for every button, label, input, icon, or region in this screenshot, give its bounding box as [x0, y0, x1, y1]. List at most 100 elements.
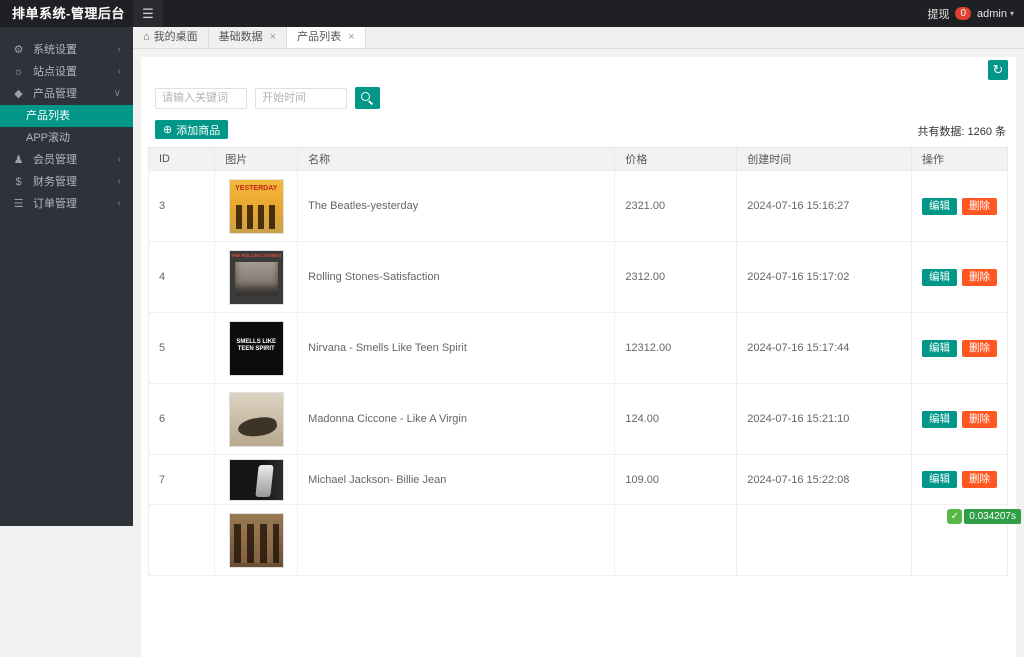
cell-price: 12312.00	[614, 312, 738, 384]
cell-price: 109.00	[614, 454, 738, 505]
sidebar-item-order-management[interactable]: ☰ 订单管理 ‹	[0, 193, 133, 215]
edit-button[interactable]: 编辑	[921, 197, 957, 215]
table-header-row: ID 图片 名称 价格 创建时间 操作	[147, 147, 1009, 171]
withdraw-link[interactable]: 提现	[927, 6, 949, 22]
cell-price: 2321.00	[614, 170, 738, 242]
cell-id	[147, 504, 216, 576]
add-product-button[interactable]: ⊕ 添加商品	[155, 120, 229, 139]
tab-desktop[interactable]: ⌂ 我的桌面	[133, 27, 209, 48]
cell-created	[736, 504, 912, 576]
chevron-left-icon: ‹	[117, 66, 121, 77]
gear-icon: ⚙	[13, 44, 24, 56]
cell-ops: 编辑 删除	[910, 454, 1009, 505]
table-row: 5 SMELLS LIKE TEEN SPIRIT Nirvana - Smel…	[147, 312, 1009, 384]
cell-name: Madonna Ciccone - Like A Virgin	[297, 383, 616, 455]
start-time-input[interactable]	[255, 87, 347, 109]
album-cover-image: SMELLS LIKE TEEN SPIRIT	[228, 320, 284, 376]
cell-image	[214, 383, 299, 455]
sidebar-item-member-management[interactable]: ♟ 会员管理 ‹	[0, 149, 133, 171]
tabbar: ⌂ 我的桌面 基础数据 × 产品列表 ×	[133, 27, 1024, 49]
speed-icon: ✓	[947, 509, 963, 524]
cell-ops: 编辑 删除	[910, 170, 1009, 242]
user-icon: ♟	[13, 154, 24, 166]
cell-price	[614, 504, 738, 576]
cell-id: 6	[147, 383, 216, 455]
cell-name: Michael Jackson- Billie Jean	[297, 454, 616, 505]
chevron-left-icon: ‹	[117, 44, 121, 55]
sidebar-item-finance-management[interactable]: $ 财务管理 ‹	[0, 171, 133, 193]
refresh-button[interactable]: ↻	[988, 60, 1008, 80]
sidebar-item-system-settings[interactable]: ⚙ 系统设置 ‹	[0, 39, 133, 61]
cell-price: 124.00	[614, 383, 738, 455]
sidebar-toggle-button[interactable]: ☰	[133, 0, 163, 27]
close-icon[interactable]: ×	[270, 27, 276, 48]
cell-image: YESTERDAY	[214, 170, 299, 242]
topbar-right: 提现 0 admin ▾	[927, 0, 1014, 27]
cell-image	[214, 504, 299, 576]
cell-id: 7	[147, 454, 216, 505]
tab-product-list[interactable]: 产品列表 ×	[287, 27, 366, 48]
withdraw-badge: 0	[955, 7, 972, 20]
content-panel: ↻ ⊕ 添加商品 共有数据: 1260 条 ID 图片 名称 价格 创建时间 操…	[141, 57, 1016, 657]
album-cover-image: YESTERDAY	[228, 178, 284, 234]
sidebar-item-app-scroll[interactable]: APP滚动	[0, 127, 133, 149]
cell-created: 2024-07-16 15:22:08	[736, 454, 912, 505]
chevron-left-icon: ‹	[117, 154, 121, 165]
sidebar-item-site-settings[interactable]: ☼ 站点设置 ‹	[0, 61, 133, 83]
delete-button[interactable]: 删除	[961, 471, 997, 488]
edit-button[interactable]: 编辑	[921, 410, 957, 428]
chevron-down-icon: ∨	[113, 88, 121, 99]
user-menu[interactable]: admin ▾	[977, 8, 1014, 20]
cell-name: Nirvana - Smells Like Teen Spirit	[297, 312, 616, 384]
edit-button[interactable]: 编辑	[921, 471, 957, 488]
col-ops: 操作	[910, 147, 1009, 171]
cell-ops: 编辑 删除	[910, 312, 1009, 384]
plus-icon: ⊕	[163, 124, 173, 136]
home-icon: ⌂	[143, 31, 150, 43]
album-cover-image: THE ROLLING STONES	[228, 249, 284, 305]
table-row: 7 Michael Jackson- Billie Jean 109.00 20…	[147, 454, 1009, 505]
performance-timer: ✓ 0.034207s	[947, 509, 1021, 524]
album-cover-image	[228, 458, 284, 501]
site-icon: ☼	[13, 66, 24, 78]
cell-created: 2024-07-16 15:17:44	[736, 312, 912, 384]
dollar-icon: $	[15, 176, 22, 188]
col-name: 名称	[297, 147, 616, 171]
search-button[interactable]	[355, 87, 380, 109]
topbar: 排单系统-管理后台 ☰ 提现 0 admin ▾	[0, 0, 1024, 27]
table-row: 6 Madonna Ciccone - Like A Virgin 124.00…	[147, 383, 1009, 455]
col-id: ID	[147, 147, 216, 171]
sidebar: ⚙ 系统设置 ‹ ☼ 站点设置 ‹ ◆ 产品管理 ∨ 产品列表 APP滚动 ♟ …	[0, 27, 133, 526]
cell-created: 2024-07-16 15:17:02	[736, 241, 912, 313]
edit-button[interactable]: 编辑	[921, 339, 957, 357]
delete-button[interactable]: 删除	[961, 339, 997, 357]
close-icon[interactable]: ×	[348, 27, 354, 48]
cell-created: 2024-07-16 15:16:27	[736, 170, 912, 242]
cell-created: 2024-07-16 15:21:10	[736, 383, 912, 455]
cell-id: 5	[147, 312, 216, 384]
caret-down-icon: ▾	[1009, 9, 1014, 18]
delete-button[interactable]: 删除	[961, 197, 997, 215]
cell-ops: 编辑 删除	[910, 241, 1009, 313]
delete-button[interactable]: 删除	[961, 410, 997, 428]
sidebar-item-product-list[interactable]: 产品列表	[0, 105, 133, 127]
cell-image: SMELLS LIKE TEEN SPIRIT	[214, 312, 299, 384]
table-row: 4 THE ROLLING STONES Rolling Stones-Sati…	[147, 241, 1009, 313]
edit-button[interactable]: 编辑	[921, 268, 957, 286]
chevron-left-icon: ‹	[117, 198, 121, 209]
user-name: admin	[977, 7, 1007, 20]
cell-name: The Beatles-yesterday	[297, 170, 616, 242]
search-bar	[155, 87, 380, 109]
col-image: 图片	[214, 147, 299, 171]
list-icon: ☰	[13, 198, 24, 210]
tab-basic-data[interactable]: 基础数据 ×	[208, 27, 288, 48]
cell-ops: 编辑 删除	[910, 383, 1009, 455]
delete-button[interactable]: 删除	[961, 268, 997, 286]
elapsed-time: 0.034207s	[964, 509, 1021, 524]
cell-price: 2312.00	[614, 241, 738, 313]
total-count-text: 共有数据: 1260 条	[917, 126, 1006, 138]
sidebar-item-product-management[interactable]: ◆ 产品管理 ∨	[0, 83, 133, 105]
cell-id: 4	[147, 241, 216, 313]
refresh-icon: ↻	[992, 62, 1004, 77]
keyword-input[interactable]	[155, 87, 247, 109]
